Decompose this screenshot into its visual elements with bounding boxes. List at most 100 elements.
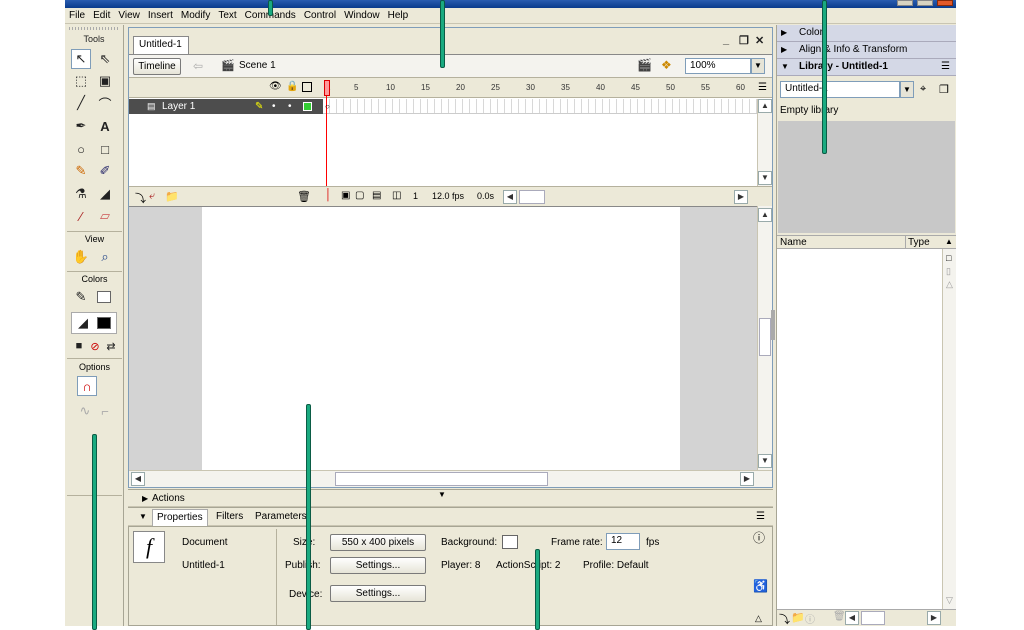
hand-tool-icon[interactable]: ✋ xyxy=(71,247,91,267)
line-tool-icon[interactable]: ╱ xyxy=(71,93,91,113)
stage-canvas[interactable] xyxy=(202,207,680,471)
swap-colors-icon[interactable]: ⇄ xyxy=(101,336,121,356)
properties-icon[interactable]: ⓘ xyxy=(805,611,815,626)
show-hide-all-icon[interactable]: 👁 xyxy=(269,81,282,92)
menu-window[interactable]: Window xyxy=(340,8,384,23)
document-size-button[interactable]: 550 x 400 pixels xyxy=(330,534,426,551)
center-frame-icon[interactable]: │ xyxy=(325,189,332,201)
stage-hscroll[interactable]: ◀ ▶ xyxy=(129,470,772,487)
collapse-arrow-icon[interactable]: ▼ xyxy=(139,509,147,525)
scroll-down-icon[interactable]: ▼ xyxy=(758,171,772,185)
zoom-tool-icon[interactable]: ⌕ xyxy=(95,247,115,267)
edit-multiple-frames-icon[interactable]: ▤ xyxy=(372,190,381,201)
rectangle-tool-icon[interactable]: □ xyxy=(95,139,115,159)
accessibility-icon[interactable]: ♿ xyxy=(753,579,768,593)
align-panel-bar[interactable]: ▶ Align & Info & Transform xyxy=(777,42,956,59)
menu-file[interactable]: File xyxy=(65,8,89,23)
timeline-hscroll-thumb[interactable] xyxy=(519,190,545,204)
library-menu-icon[interactable]: ☰ xyxy=(941,59,950,75)
pasteboard[interactable] xyxy=(129,206,757,471)
frame-ruler[interactable]: 151015202530354045505560 xyxy=(323,78,763,98)
outline-all-icon[interactable] xyxy=(302,82,312,92)
collapse-handle-icon[interactable]: ▼ xyxy=(438,487,446,503)
actions-panel-bar[interactable]: ▶ Actions ▼ xyxy=(128,489,773,507)
fill-transform-tool-icon[interactable]: ▣ xyxy=(95,71,115,91)
minimize-button[interactable] xyxy=(897,0,913,6)
close-button[interactable] xyxy=(937,0,953,6)
menu-control[interactable]: Control xyxy=(300,8,340,23)
insert-layer-icon[interactable]: ⤵ xyxy=(135,190,146,206)
expand-props-icon[interactable]: △ xyxy=(755,613,762,624)
zoom-dropdown-icon[interactable]: ▼ xyxy=(751,58,765,74)
onion-outlines-icon[interactable]: ▢ xyxy=(355,190,364,201)
modify-markers-icon[interactable]: ◫ xyxy=(392,190,401,201)
brush-tool-icon[interactable]: ✐ xyxy=(95,161,115,181)
add-motion-guide-icon[interactable]: ⤶ xyxy=(149,190,155,203)
name-column-header[interactable]: Name xyxy=(780,237,807,248)
edit-scene-icon[interactable]: 🎬 xyxy=(637,58,652,72)
outline-color-icon[interactable] xyxy=(303,102,312,111)
stage-scroll-up-icon[interactable]: ▲ xyxy=(758,208,772,222)
panel-menu-icon[interactable]: ☰ xyxy=(756,509,765,525)
fill-color-swatch[interactable] xyxy=(97,317,111,329)
hscroll-left-icon[interactable]: ◀ xyxy=(503,190,517,204)
narrow-view-icon[interactable]: ▯ xyxy=(946,266,951,277)
tools-grip[interactable] xyxy=(69,27,119,30)
menu-edit[interactable]: Edit xyxy=(89,8,114,23)
delete-layer-icon[interactable]: 🗑 xyxy=(297,190,311,203)
library-scroll-up-icon[interactable]: △ xyxy=(946,279,953,290)
sort-icon[interactable]: ▲ xyxy=(945,237,953,246)
menu-view[interactable]: View xyxy=(114,8,144,23)
free-transform-tool-icon[interactable]: ⬚ xyxy=(71,71,91,91)
eraser-tool-icon[interactable]: ▱ xyxy=(95,206,115,226)
stage-scroll-left-icon[interactable]: ◀ xyxy=(131,472,145,486)
text-tool-icon[interactable]: A xyxy=(95,116,115,136)
hscroll-right-icon[interactable]: ▶ xyxy=(734,190,748,204)
oval-tool-icon[interactable]: ○ xyxy=(71,139,91,159)
type-column-header[interactable]: Type xyxy=(908,237,930,248)
menu-modify[interactable]: Modify xyxy=(177,8,214,23)
stage-scroll-down-icon[interactable]: ▼ xyxy=(758,454,772,468)
fill-color-icon[interactable]: ◢ xyxy=(73,313,93,333)
stage-vscroll[interactable]: ▲ ▼ xyxy=(757,206,772,470)
library-hscroll-thumb[interactable] xyxy=(861,611,885,625)
lock-dot-icon[interactable]: • xyxy=(288,99,292,114)
lock-all-icon[interactable]: 🔒 xyxy=(286,81,298,92)
scene-label[interactable]: Scene 1 xyxy=(239,60,276,71)
pin-library-icon[interactable]: ⌖ xyxy=(920,83,926,96)
back-arrow-icon[interactable]: ⇦ xyxy=(193,59,203,73)
new-library-icon[interactable]: ❐ xyxy=(939,83,949,96)
subselection-tool-icon[interactable]: ⇖ xyxy=(95,49,115,69)
document-tab[interactable]: Untitled-1 xyxy=(133,36,189,54)
library-hscroll-right-icon[interactable]: ▶ xyxy=(927,611,941,625)
stroke-color-swatch[interactable] xyxy=(97,291,111,303)
new-symbol-icon[interactable]: ⤵ xyxy=(779,611,790,626)
lasso-tool-icon[interactable]: ⌒ xyxy=(95,93,115,113)
ink-bottle-tool-icon[interactable]: ⚗ xyxy=(71,184,91,204)
stage-vscroll-thumb[interactable] xyxy=(759,318,771,356)
library-dropdown-icon[interactable]: ▼ xyxy=(900,81,914,98)
timeline-toggle-button[interactable]: Timeline xyxy=(133,58,181,75)
doc-restore-icon[interactable]: ❐ xyxy=(739,34,749,47)
new-folder-icon[interactable]: 📁 xyxy=(791,611,805,624)
menu-insert[interactable]: Insert xyxy=(144,8,177,23)
doc-minimize-icon[interactable]: _ xyxy=(723,34,729,46)
panel-splitter[interactable] xyxy=(771,310,775,340)
snap-magnet-icon[interactable]: ∩ xyxy=(77,376,97,396)
pencil-tool-icon[interactable]: ✎ xyxy=(71,161,91,181)
layer-row[interactable]: ▤ Layer 1 ✎ • • xyxy=(129,99,323,114)
insert-folder-icon[interactable]: 📁 xyxy=(165,190,179,203)
publish-settings-button[interactable]: Settings... xyxy=(330,557,426,574)
frame-cells[interactable] xyxy=(323,99,757,114)
background-color-swatch[interactable] xyxy=(502,535,518,549)
frame-rate-input[interactable]: 12 xyxy=(606,533,640,550)
stage-scroll-right-icon[interactable]: ▶ xyxy=(740,472,754,486)
eyedropper-tool-icon[interactable]: ∕ xyxy=(71,206,91,226)
playhead-marker[interactable] xyxy=(324,80,330,96)
doc-close-icon[interactable]: ✕ xyxy=(755,34,764,47)
zoom-select[interactable]: 100% xyxy=(685,58,751,74)
tab-filters[interactable]: Filters xyxy=(216,509,243,525)
stroke-color-icon[interactable]: ✎ xyxy=(71,287,91,307)
onion-skin-icon[interactable]: ▣ xyxy=(341,190,350,201)
library-vscroll[interactable]: □ ▯ △ ▽ xyxy=(942,249,956,609)
